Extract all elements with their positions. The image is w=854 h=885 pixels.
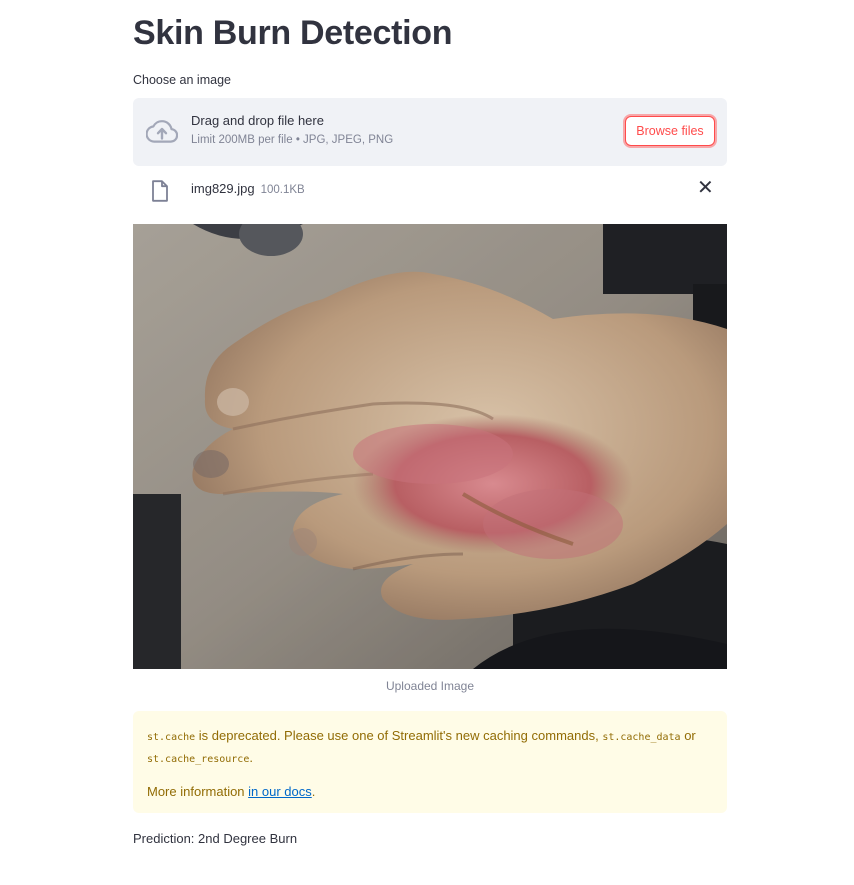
code-st-cache-resource: st.cache_resource: [147, 754, 250, 765]
uploaded-image: [133, 224, 727, 669]
code-st-cache-data: st.cache_data: [602, 732, 681, 743]
more-info-prefix: More information: [147, 784, 249, 799]
file-size: 100.1KB: [260, 184, 305, 196]
more-info-suffix: .: [311, 784, 316, 799]
more-info: More information in our docs.: [147, 782, 713, 802]
cloud-upload-icon: [146, 120, 178, 143]
page-title: Skin Burn Detection: [133, 14, 453, 52]
dropzone-limit: Limit 200MB per file • JPG, JPEG, PNG: [191, 134, 394, 146]
file-icon: [152, 180, 168, 202]
hand-burn-photo: [133, 224, 727, 669]
file-info: img829.jpg 100.1KB: [191, 181, 305, 196]
remove-file-button[interactable]: ✕: [697, 178, 714, 198]
image-caption: Uploaded Image: [385, 679, 475, 693]
code-st-cache: st.cache: [147, 732, 196, 743]
warning-message: st.cache is deprecated. Please use one o…: [147, 726, 713, 770]
dropzone-instructions: Drag and drop file here Limit 200MB per …: [191, 113, 393, 146]
browse-files-button[interactable]: Browse files: [625, 116, 715, 146]
uploaded-file-row: img829.jpg 100.1KB ✕: [133, 174, 727, 204]
warning-text-3: .: [249, 750, 253, 765]
warning-text-1: is deprecated. Please use one of Streaml…: [195, 728, 603, 743]
file-dropzone[interactable]: Drag and drop file here Limit 200MB per …: [133, 98, 727, 166]
warning-text-2: or: [680, 728, 696, 743]
file-name: img829.jpg: [191, 181, 255, 196]
docs-link[interactable]: in our docs: [248, 784, 312, 799]
deprecation-warning: st.cache is deprecated. Please use one o…: [133, 711, 727, 813]
uploader-label: Choose an image: [133, 73, 231, 87]
prediction-text: Prediction: 2nd Degree Burn: [133, 831, 298, 846]
dropzone-title: Drag and drop file here: [191, 113, 324, 128]
